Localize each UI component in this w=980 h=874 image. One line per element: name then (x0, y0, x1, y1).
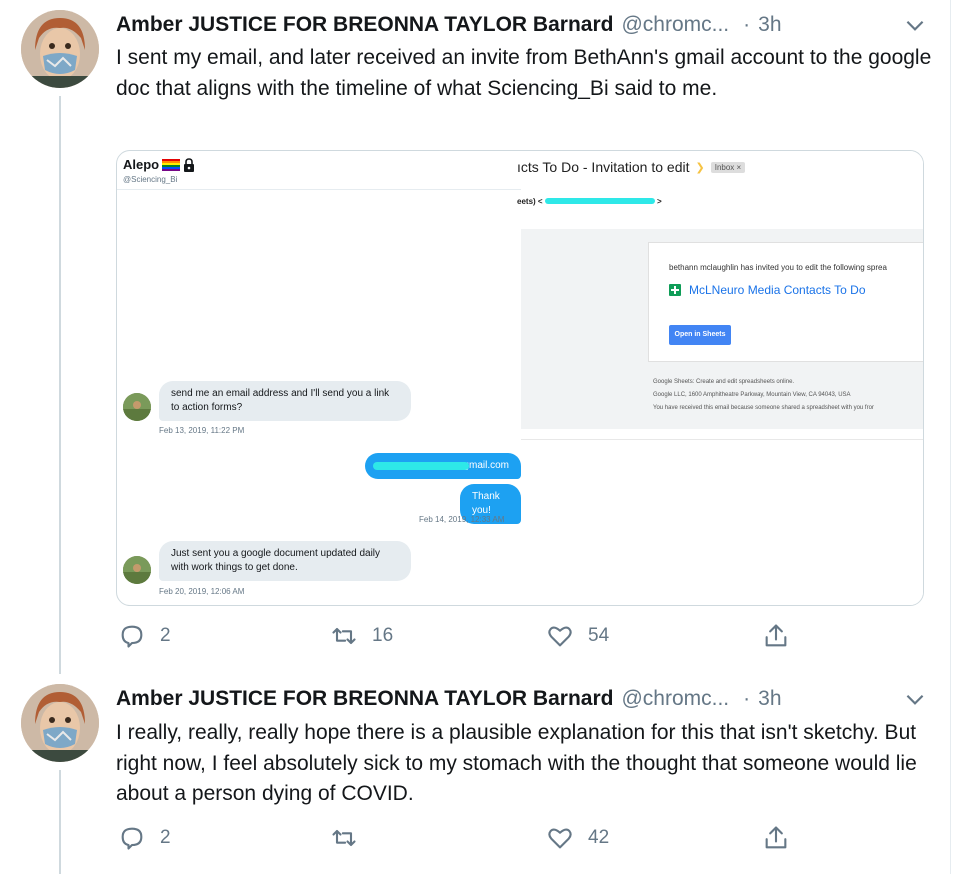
reply-button[interactable]: 2 (118, 622, 171, 650)
avatar[interactable] (21, 684, 99, 762)
share-button[interactable] (762, 622, 790, 650)
dm-contact-name: Alepo (123, 157, 195, 172)
email-footer-line: Google LLC, 1600 Amphitheatre Parkway, M… (653, 392, 851, 398)
dm-message: send me an email address and I'll send y… (159, 381, 411, 421)
open-in-sheets-button: Open in Sheets (669, 325, 731, 345)
author-name[interactable]: Amber JUSTICE FOR BREONNA TAYLOR Barnard (116, 687, 613, 711)
dm-screenshot: Alepo @Sciencing_Bi send me an email add… (117, 151, 521, 605)
rainbow-flag-icon (162, 158, 181, 171)
reply-button[interactable]: 2 (118, 824, 171, 852)
tweet-header: Amber JUSTICE FOR BREONNA TAYLOR Barnard… (116, 684, 782, 714)
separator-dot: · (743, 687, 751, 710)
email-footer-line: You have received this email because som… (653, 405, 874, 411)
email-footer-line: Google Sheets: Create and edit spreadshe… (653, 379, 795, 385)
author-handle[interactable]: @chromc... (621, 687, 729, 711)
reply-count: 2 (160, 625, 171, 646)
inbox-badge: Inbox × (710, 161, 746, 173)
dm-divider (117, 189, 521, 190)
tweet-text: I really, really, really hope there is a… (116, 721, 917, 805)
importance-icon: ❯ (695, 161, 705, 174)
dm-message: Just sent you a google document updated … (159, 541, 411, 581)
like-icon (548, 828, 572, 849)
dm-timestamp: Feb 20, 2019, 12:06 AM (159, 587, 245, 596)
tweet-actions: 2 42 (116, 824, 816, 854)
like-count: 42 (588, 827, 610, 848)
like-count: 54 (588, 625, 610, 646)
email-subject-text: ıcts To Do - Invitation to edit (517, 159, 690, 175)
tweet-time[interactable]: 3h (758, 687, 781, 711)
sheets-icon (669, 284, 681, 296)
dm-name-text: Alepo (123, 157, 160, 172)
tweet-time[interactable]: 3h (758, 13, 781, 37)
email-sender-end: > (657, 197, 662, 206)
email-screenshot: ıcts To Do - Invitation to edit ❯ Inbox … (517, 151, 923, 605)
tweet-actions: 2 16 54 (116, 622, 816, 652)
caret-down-icon[interactable] (902, 12, 928, 38)
retweet-icon (332, 627, 356, 645)
redaction-mark (373, 462, 469, 470)
dm-avatar (123, 556, 151, 584)
thread-line (59, 770, 61, 874)
email-subject: ıcts To Do - Invitation to edit ❯ Inbox … (517, 159, 746, 175)
separator-dot: · (743, 13, 751, 36)
like-icon (548, 626, 572, 647)
share-icon (765, 826, 787, 849)
doc-link: McLNeuro Media Contacts To Do (669, 283, 866, 297)
email-divider (521, 439, 923, 440)
avatar[interactable] (21, 10, 99, 88)
dm-timestamp: Feb 14, 2019, 12:33 AM (419, 515, 505, 524)
author-handle[interactable]: @chromc... (621, 13, 729, 37)
reply-count: 2 (160, 827, 171, 848)
reply-icon (121, 827, 143, 850)
dm-email-suffix: gmail.com (463, 460, 509, 471)
timeline-border (950, 0, 951, 874)
invite-line: bethann mclaughlin has invited you to ed… (669, 263, 887, 272)
email-sender-text: eets) < (517, 197, 543, 206)
dm-contact-handle: @Sciencing_Bi (123, 175, 178, 184)
share-icon (765, 624, 787, 647)
caret-down-icon[interactable] (902, 686, 928, 712)
author-name[interactable]: Amber JUSTICE FOR BREONNA TAYLOR Barnard (116, 13, 613, 37)
tweet-media[interactable]: Alepo @Sciencing_Bi send me an email add… (116, 150, 924, 606)
like-button[interactable]: 42 (546, 824, 609, 852)
thread-line (59, 96, 61, 674)
email-sender: eets) < > (517, 197, 662, 206)
invite-card: bethann mclaughlin has invited you to ed… (649, 243, 923, 361)
dm-timestamp: Feb 13, 2019, 11:22 PM (159, 426, 245, 435)
reply-icon (121, 625, 143, 648)
like-button[interactable]: 54 (546, 622, 609, 650)
tweet-header: Amber JUSTICE FOR BREONNA TAYLOR Barnard… (116, 10, 782, 40)
lock-icon (184, 157, 195, 172)
retweet-button[interactable] (330, 824, 372, 852)
dm-avatar (123, 393, 151, 421)
retweet-count: 16 (372, 625, 394, 646)
doc-title: McLNeuro Media Contacts To Do (689, 283, 866, 297)
redaction-mark (544, 198, 655, 204)
retweet-icon (332, 829, 356, 847)
share-button[interactable] (762, 824, 790, 852)
dm-email-bubble: gmail.com (365, 453, 521, 479)
retweet-button[interactable]: 16 (330, 622, 393, 650)
tweet-text: I sent my email, and later received an i… (116, 46, 932, 100)
